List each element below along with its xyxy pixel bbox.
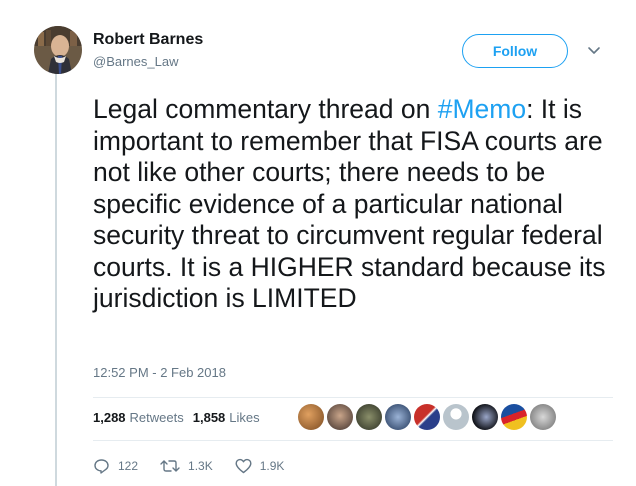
divider-top bbox=[93, 397, 613, 398]
avatar[interactable] bbox=[34, 26, 82, 74]
like-action[interactable]: 1.9K bbox=[235, 458, 285, 474]
thread-line bbox=[55, 74, 57, 486]
liker-avatar[interactable] bbox=[443, 404, 469, 430]
follow-button[interactable]: Follow bbox=[462, 34, 568, 68]
liker-avatar[interactable] bbox=[298, 404, 324, 430]
liker-avatar[interactable] bbox=[385, 404, 411, 430]
liker-avatars bbox=[298, 404, 559, 430]
tweet-timestamp[interactable]: 12:52 PM - 2 Feb 2018 bbox=[93, 365, 226, 380]
divider-bottom bbox=[93, 440, 613, 441]
hashtag-link[interactable]: #Memo bbox=[438, 94, 526, 124]
heart-icon bbox=[235, 458, 252, 474]
retweets-count: 1,288 bbox=[93, 410, 126, 425]
tweet-text-rest: : It is important to remember that FISA … bbox=[93, 94, 606, 313]
likes-count: 1,858 bbox=[192, 410, 226, 425]
retweets-label: Retweets bbox=[129, 410, 184, 425]
liker-avatar[interactable] bbox=[472, 404, 498, 430]
liker-avatar[interactable] bbox=[530, 404, 556, 430]
engagement-stats: 1,288 Retweets 1,858 Likes bbox=[93, 410, 269, 425]
retweet-count: 1.3K bbox=[188, 459, 213, 473]
tweet-text-start: Legal commentary thread on bbox=[93, 94, 438, 124]
likes-stat[interactable]: 1,858 Likes bbox=[193, 410, 260, 425]
retweet-action[interactable]: 1.3K bbox=[160, 458, 213, 474]
like-count: 1.9K bbox=[259, 459, 285, 473]
author-handle[interactable]: @Barnes_Law bbox=[93, 54, 178, 69]
action-bar: 122 1.3K 1.9K bbox=[93, 458, 306, 474]
liker-avatar[interactable] bbox=[501, 404, 527, 430]
liker-avatar[interactable] bbox=[414, 404, 440, 430]
reply-icon bbox=[94, 459, 109, 474]
liker-avatar[interactable] bbox=[327, 404, 353, 430]
retweet-icon bbox=[160, 460, 180, 472]
reply-action[interactable]: 122 bbox=[93, 458, 138, 474]
liker-avatar[interactable] bbox=[356, 404, 382, 430]
reply-count: 122 bbox=[118, 459, 139, 473]
retweets-stat[interactable]: 1,288 Retweets bbox=[93, 410, 184, 425]
tweet-text: Legal commentary thread on #Memo: It is … bbox=[93, 94, 613, 315]
chevron-down-icon[interactable] bbox=[586, 42, 602, 58]
author-name[interactable]: Robert Barnes bbox=[93, 31, 203, 49]
likes-label: Likes bbox=[229, 410, 260, 425]
